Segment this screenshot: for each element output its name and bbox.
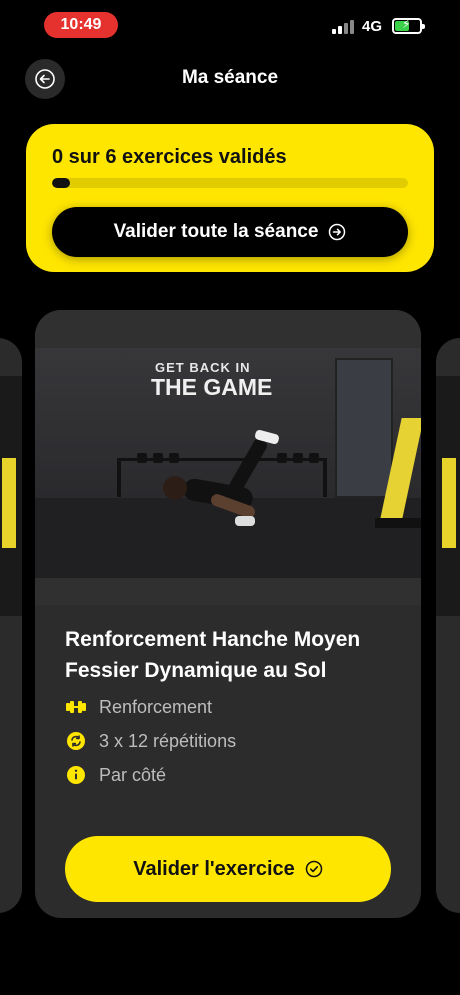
validate-exercise-button[interactable]: Valider l'exercice bbox=[65, 836, 391, 902]
header: Ma séance bbox=[0, 55, 460, 103]
exercise-title: Renforcement Hanche Moyen Fessier Dynami… bbox=[65, 628, 361, 682]
repeat-icon bbox=[65, 730, 87, 752]
validate-exercise-label: Valider l'exercice bbox=[133, 857, 295, 880]
network-label: 4G bbox=[362, 18, 383, 35]
validate-session-label: Valider toute la séance bbox=[113, 221, 319, 242]
info-icon bbox=[65, 764, 87, 786]
video-thumbnail: GET BACK IN THE GAME bbox=[35, 348, 421, 578]
meta-note-label: Par côté bbox=[99, 764, 167, 785]
meta-category: Renforcement bbox=[65, 696, 212, 718]
status-time: 10:49 bbox=[44, 12, 118, 38]
progress-bar-fill bbox=[52, 178, 70, 188]
meta-reps: 3 x 12 répétitions bbox=[65, 730, 236, 752]
battery-icon: ⚡ bbox=[392, 17, 425, 34]
dumbbell-icon bbox=[65, 696, 87, 718]
check-circle-icon bbox=[305, 860, 323, 878]
meta-note: Par côté bbox=[65, 764, 166, 786]
page-title: Ma séance bbox=[181, 67, 279, 88]
exercise-card[interactable]: GET BACK IN THE GAME Renforcement Hanche… bbox=[35, 310, 421, 918]
charging-bolt-icon: ⚡ bbox=[402, 17, 411, 31]
validate-session-button[interactable]: Valider toute la séance bbox=[52, 207, 408, 257]
logo-text-bottom: THE GAME bbox=[151, 374, 273, 400]
meta-category-label: Renforcement bbox=[99, 696, 213, 717]
status-bar: 10:49 4G ⚡ bbox=[0, 0, 460, 48]
arrow-right-circle-icon bbox=[329, 223, 346, 241]
previous-exercise-card[interactable] bbox=[0, 338, 22, 913]
signal-icon bbox=[332, 20, 354, 34]
progress-text: 0 sur 6 exercices validés bbox=[52, 146, 287, 168]
logo-text-top: GET BACK IN bbox=[155, 360, 251, 375]
progress-bar bbox=[52, 178, 408, 188]
meta-reps-label: 3 x 12 répétitions bbox=[99, 730, 237, 751]
progress-card: 0 sur 6 exercices validés Valider toute … bbox=[26, 124, 434, 272]
exercise-video[interactable]: GET BACK IN THE GAME bbox=[35, 310, 421, 605]
next-exercise-card[interactable] bbox=[436, 338, 460, 913]
